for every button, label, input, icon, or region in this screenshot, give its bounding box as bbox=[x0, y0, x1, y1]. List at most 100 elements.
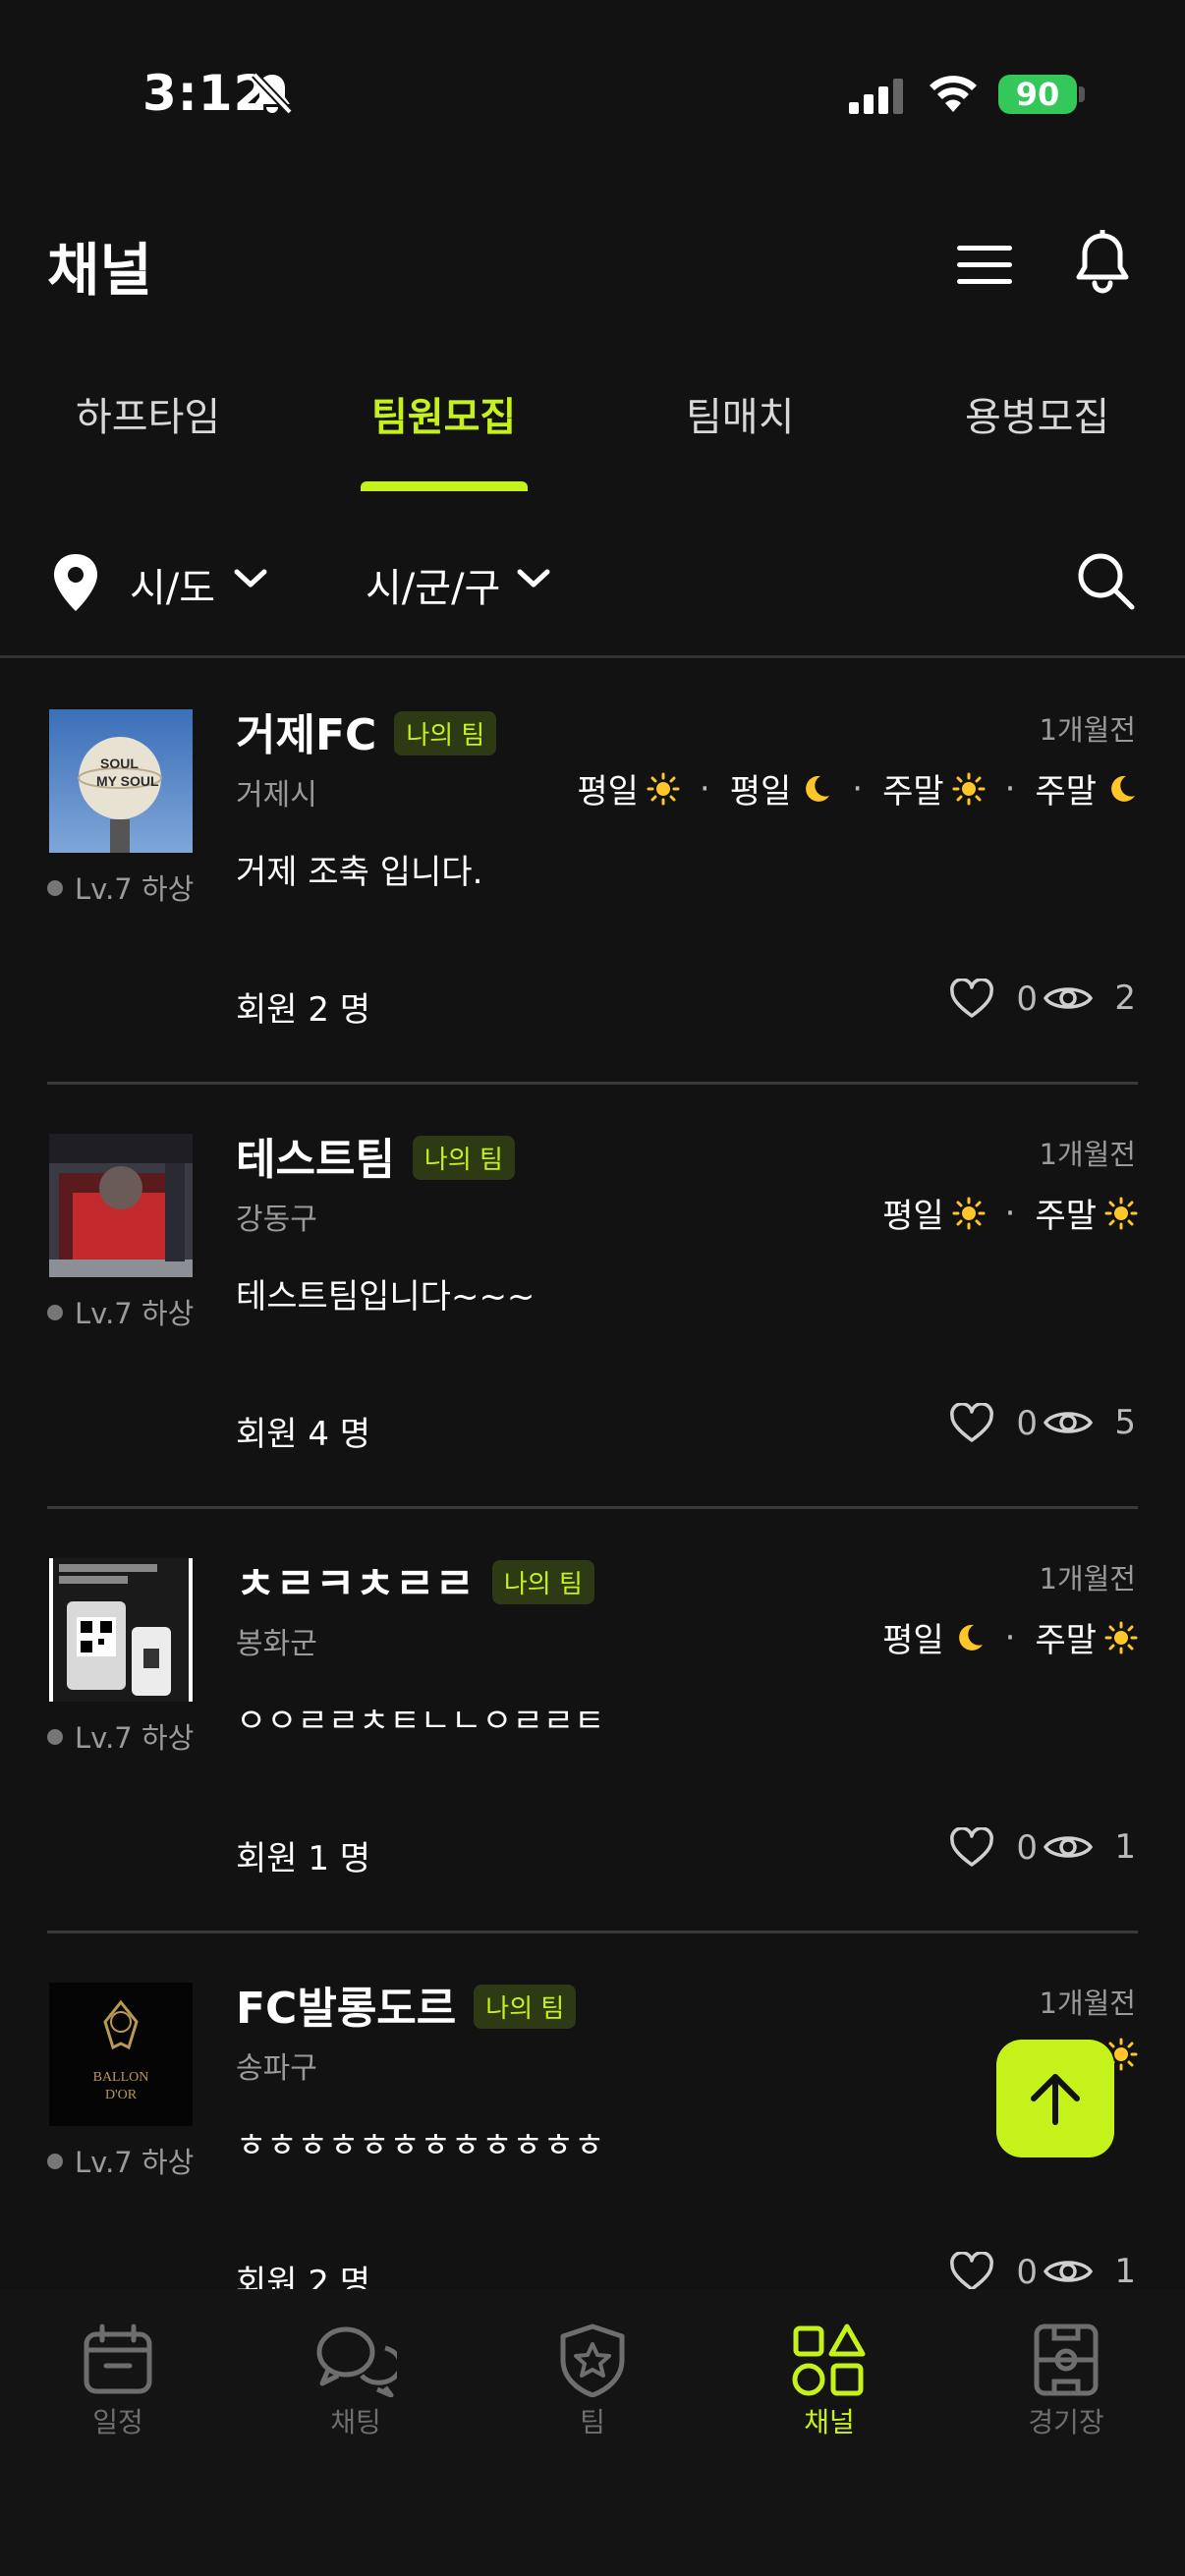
tab-member-recruit[interactable]: 팀원모집 bbox=[371, 385, 516, 442]
separator-dot: · bbox=[1004, 768, 1016, 809]
level-text: Lv.7 하상 bbox=[75, 2146, 195, 2179]
like-button[interactable]: 0 bbox=[949, 979, 1038, 1020]
schedule-item: 평일 bbox=[577, 764, 680, 812]
tab-mercenary-recruit[interactable]: 용병모집 bbox=[965, 385, 1109, 442]
level-dot bbox=[47, 1729, 63, 1745]
team-name-text: ㅊㄹㅋㅊㄹㄹ bbox=[236, 1559, 475, 1609]
team-post-card[interactable]: SOUL MY SOUL Lv.7 하상 거제FC 나의 팀 1개월전 거제시 평… bbox=[0, 660, 1185, 1085]
post-time: 1개월전 bbox=[1039, 1987, 1137, 2020]
sigungu-select[interactable]: 시/군/구 bbox=[366, 556, 500, 613]
svg-text:SOUL: SOUL bbox=[100, 756, 139, 771]
my-team-badge: 나의 팀 bbox=[394, 710, 497, 756]
schedule-item: 평일 bbox=[730, 764, 833, 812]
schedule-item: 평일 bbox=[882, 1189, 986, 1237]
schedule-label: 주말 bbox=[882, 772, 944, 812]
separator-dot: · bbox=[1004, 1193, 1016, 1233]
nav-schedule[interactable]: 일정 bbox=[49, 2323, 187, 2440]
schedule-label: 평일 bbox=[729, 772, 792, 812]
team-name: FC발롱도르 나의 팀 bbox=[236, 1973, 577, 2036]
member-count: 회원 1 명 bbox=[236, 1839, 371, 1878]
schedule-item: 평일 bbox=[882, 1613, 986, 1661]
schedule-label: 평일 bbox=[577, 772, 639, 812]
nav-channel[interactable]: 채널 bbox=[761, 2323, 898, 2440]
team-name: ㅊㄹㅋㅊㄹㄹ 나의 팀 bbox=[236, 1548, 594, 1611]
separator-dot: · bbox=[1004, 1617, 1016, 1657]
nav-chat[interactable]: 채팅 bbox=[287, 2323, 424, 2440]
moon-icon bbox=[958, 1624, 983, 1651]
post-time: 1개월전 bbox=[1039, 1138, 1137, 1171]
team-name: 거제FC 나의 팀 bbox=[236, 700, 497, 762]
like-button[interactable]: 0 bbox=[949, 2252, 1038, 2289]
team-thumbnail bbox=[49, 1134, 193, 1277]
notification-bell-icon[interactable] bbox=[1071, 230, 1134, 295]
team-region: 송파구 bbox=[236, 2051, 317, 2086]
svg-text:D'OR: D'OR bbox=[105, 2088, 138, 2102]
view-count: 1 bbox=[1114, 1827, 1136, 1867]
level-dot bbox=[47, 880, 63, 896]
menu-icon[interactable] bbox=[955, 236, 1014, 295]
like-count: 0 bbox=[1016, 1404, 1038, 1443]
svg-text:BALLON: BALLON bbox=[93, 2070, 149, 2085]
moon-icon bbox=[806, 775, 830, 802]
filter-bar: 시/도 시/군/구 bbox=[0, 531, 1185, 658]
schedule-item: 주말 bbox=[882, 764, 986, 812]
team-post-card[interactable]: Lv.7 하상 ㅊㄹㅋㅊㄹㄹ 나의 팀 1개월전 봉화군 평일 · 주말 ㅇㅇㄹㄹ… bbox=[0, 1509, 1185, 1933]
tab-halftime[interactable]: 하프타임 bbox=[76, 385, 220, 442]
schedule-item: 주말 bbox=[1035, 1189, 1138, 1237]
level-text: Lv.7 하상 bbox=[75, 1721, 195, 1755]
heart-icon bbox=[950, 979, 994, 1018]
calendar-icon bbox=[84, 2324, 152, 2394]
heart-icon bbox=[950, 2252, 994, 2289]
post-time: 1개월전 bbox=[1039, 713, 1137, 747]
team-post-card[interactable]: Lv.7 하상 테스트팀 나의 팀 1개월전 강동구 평일 · 주말 테스트팀입니… bbox=[0, 1085, 1185, 1509]
team-name: 테스트팀 나의 팀 bbox=[236, 1124, 515, 1187]
tab-team-match[interactable]: 팀매치 bbox=[686, 385, 794, 442]
team-level: Lv.7 하상 bbox=[47, 867, 194, 908]
member-count: 회원 2 명 bbox=[236, 990, 371, 1030]
eye-icon bbox=[1044, 2261, 1094, 2282]
team-description: 테스트팀입니다~~~ bbox=[236, 1277, 536, 1316]
like-button[interactable]: 0 bbox=[949, 1827, 1038, 1869]
view-count: 1 bbox=[1114, 2252, 1136, 2289]
team-description: ㅎㅎㅎㅎㅎㅎㅎㅎㅎㅎㅎㅎ bbox=[236, 2126, 605, 2165]
team-name-text: 테스트팀 bbox=[236, 1135, 395, 1185]
location-pin-icon bbox=[54, 554, 97, 611]
schedule-label: 평일 bbox=[882, 1621, 944, 1660]
nav-stadium[interactable]: 경기장 bbox=[997, 2323, 1135, 2440]
silent-bell-icon bbox=[252, 72, 293, 115]
team-level: Lv.7 하상 bbox=[47, 2140, 194, 2181]
schedule-list: 평일 · 주말 bbox=[882, 1613, 1138, 1661]
my-team-badge: 나의 팀 bbox=[474, 1984, 577, 2029]
team-level: Lv.7 하상 bbox=[47, 1715, 194, 1757]
team-thumbnail: BALLON D'OR bbox=[49, 1983, 193, 2126]
like-count: 0 bbox=[1016, 2253, 1038, 2289]
level-dot bbox=[47, 2154, 63, 2169]
moon-icon bbox=[1111, 775, 1135, 802]
page-title: 채널 bbox=[47, 237, 152, 304]
separator-dot: · bbox=[852, 768, 864, 809]
level-text: Lv.7 하상 bbox=[75, 1297, 195, 1330]
active-tab-indicator bbox=[361, 481, 528, 491]
bottom-navigation: 일정 채팅 팀 채널 경기장 bbox=[0, 2289, 1185, 2576]
nav-label: 일정 bbox=[92, 2406, 143, 2438]
search-icon[interactable] bbox=[1075, 550, 1136, 611]
nav-label: 팀 bbox=[580, 2406, 605, 2438]
view-stat: 2 bbox=[1044, 979, 1136, 1018]
like-count: 0 bbox=[1016, 1828, 1038, 1868]
schedule-item: 주말 bbox=[1035, 764, 1138, 812]
team-level: Lv.7 하상 bbox=[47, 1291, 194, 1332]
nav-team[interactable]: 팀 bbox=[524, 2323, 661, 2440]
wifi-icon bbox=[930, 76, 977, 112]
sun-icon bbox=[1104, 1621, 1138, 1653]
chevron-down-icon[interactable] bbox=[234, 568, 267, 589]
schedule-label: 주말 bbox=[1035, 1621, 1097, 1660]
sido-select[interactable]: 시/도 bbox=[130, 556, 215, 613]
separator-dot: · bbox=[699, 768, 710, 809]
chevron-down-icon[interactable] bbox=[517, 568, 550, 589]
scroll-top-button[interactable] bbox=[996, 2040, 1114, 2157]
eye-icon bbox=[1044, 1412, 1094, 1433]
like-button[interactable]: 0 bbox=[949, 1403, 1038, 1444]
battery-tip bbox=[1079, 86, 1085, 102]
team-region: 봉화군 bbox=[236, 1627, 317, 1661]
nav-label: 경기장 bbox=[1028, 2406, 1104, 2438]
